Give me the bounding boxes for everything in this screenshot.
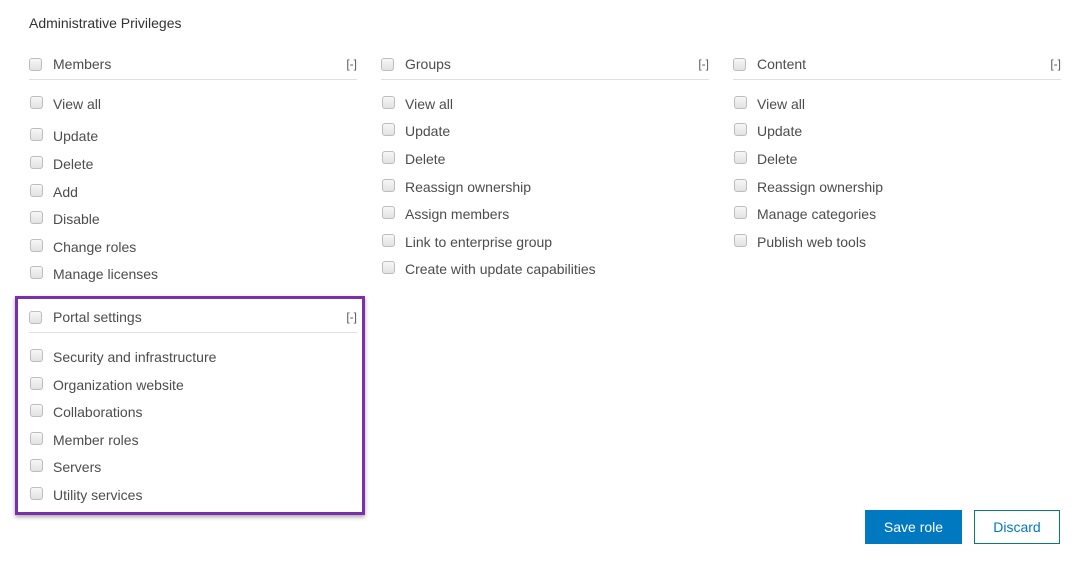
item-label: Reassign ownership [757,179,884,195]
section-header: Members [-] [29,53,357,80]
checkbox[interactable] [734,123,747,136]
item-label: Servers [53,459,102,475]
checkbox[interactable] [382,179,395,192]
section-members: Members [-] View all Update Delete Add D… [29,53,357,282]
section-content: Content [-] View all Update Delete Reass… [733,53,1061,250]
checkbox[interactable] [382,261,395,274]
checkbox[interactable] [30,377,43,390]
checkbox[interactable] [30,349,43,362]
item-label: Member roles [53,432,139,448]
checkbox[interactable] [734,206,747,219]
item-label: View all [53,96,101,112]
checkbox[interactable] [382,206,395,219]
select-all-checkbox[interactable] [733,58,746,71]
item-label: Delete [757,151,798,167]
item-label: Manage categories [757,206,877,222]
collapse-toggle[interactable]: [-] [698,57,709,71]
section-label: Groups [405,56,451,72]
checkbox[interactable] [734,179,747,192]
checkbox[interactable] [382,96,395,109]
checkbox[interactable] [382,234,395,247]
select-all-checkbox[interactable] [29,311,42,324]
collapse-toggle[interactable]: [-] [1050,57,1061,71]
item-label: Delete [53,156,94,172]
item-label: Collaborations [53,404,143,420]
checkbox[interactable] [30,487,43,500]
select-all-checkbox[interactable] [381,58,394,71]
item-label: Delete [405,151,446,167]
section-header: Content [-] [733,53,1061,80]
item-label: Link to enterprise group [405,234,553,250]
section-label: Portal settings [53,309,142,325]
item-label: Security and infrastructure [53,349,217,365]
checkbox[interactable] [382,151,395,164]
select-all-checkbox[interactable] [29,58,42,71]
section-label: Content [757,56,807,72]
checkbox[interactable] [734,96,747,109]
item-label: Publish web tools [757,234,866,250]
section-header: Portal settings [-] [29,306,357,333]
item-label: Manage licenses [53,266,159,282]
section-portal-settings: Portal settings [-] Security and infrast… [29,306,357,503]
checkbox[interactable] [734,234,747,247]
item-label: Add [53,184,78,200]
checkbox[interactable] [30,128,43,141]
item-label: View all [757,96,805,112]
item-label: Update [757,123,803,139]
save-role-button[interactable]: Save role [865,510,962,544]
item-label: View all [405,96,453,112]
page-title: Administrative Privileges [29,15,182,31]
item-label: Update [53,128,99,144]
checkbox[interactable] [30,239,43,252]
collapse-toggle[interactable]: [-] [346,57,357,71]
checkbox[interactable] [30,156,43,169]
item-label: Update [405,123,451,139]
item-label: Reassign ownership [405,179,532,195]
discard-button[interactable]: Discard [974,510,1060,544]
checkbox[interactable] [30,184,43,197]
item-label: Disable [53,211,100,227]
checkbox[interactable] [30,266,43,279]
checkbox[interactable] [30,459,43,472]
checkbox[interactable] [382,123,395,136]
section-header: Groups [-] [381,53,709,80]
checkbox[interactable] [30,404,43,417]
item-label: Utility services [53,487,143,503]
section-groups: Groups [-] View all Update Delete Reassi… [381,53,709,277]
checkbox[interactable] [30,211,43,224]
collapse-toggle[interactable]: [-] [346,310,357,324]
checkbox[interactable] [30,432,43,445]
item-label: Create with update capabilities [405,261,596,277]
item-label: Change roles [53,239,137,255]
checkbox[interactable] [734,151,747,164]
item-label: Organization website [53,377,184,393]
checkbox[interactable] [30,96,43,109]
item-label: Assign members [405,206,510,222]
section-label: Members [53,56,112,72]
